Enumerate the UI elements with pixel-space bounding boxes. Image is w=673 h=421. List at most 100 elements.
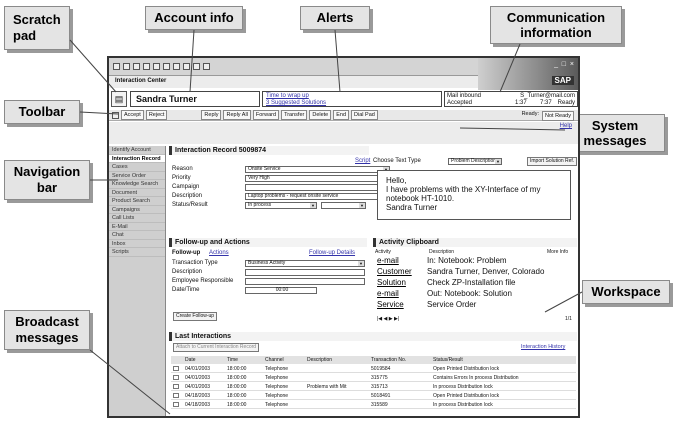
nav-item[interactable]: Inbox [109,240,165,248]
table-cell: Telephone [265,384,289,390]
clipboard-activity[interactable]: e-mail [377,256,427,265]
alert-suggested-solutions[interactable]: 3 Suggested Solutions [266,100,438,107]
email-text-area[interactable]: Hello, I have problems with the XY-Inter… [377,170,571,220]
help-link[interactable]: Help [560,123,572,129]
reject-button[interactable]: Reject [145,110,168,120]
row-checkbox[interactable] [173,366,179,371]
nav-item[interactable]: Document [109,189,165,197]
clipboard-activity[interactable]: Service [377,300,427,309]
minimize-icon[interactable]: _ [554,61,558,68]
table-cell: In process Distribution lock [433,384,493,390]
import-solution-button[interactable]: Import Solution Ref. [527,157,578,166]
row-checkbox[interactable] [173,393,179,398]
clipboard-activity[interactable]: Solution [377,278,427,287]
table-row[interactable]: 04/01/2003 18:00:00 Telephone 315775 Contain… [171,374,576,382]
row-checkbox[interactable] [173,402,179,407]
home-icon[interactable] [153,63,160,70]
nav-item[interactable]: Call Lists [109,214,165,223]
nav-item[interactable]: Knowledge Search [109,180,165,189]
table-cell: 04/18/2003 [185,402,211,408]
ir-field-input[interactable]: Laptop problems - request onsite service [245,193,390,200]
row-checkbox[interactable] [173,384,179,389]
table-row[interactable]: 04/01/2003 18:00:00 Telephone 5019584 Open P… [171,365,576,373]
back-icon[interactable] [113,63,120,70]
delete-button[interactable]: Delete [309,110,332,120]
history-icon[interactable] [183,63,190,70]
refresh-icon[interactable] [143,63,150,70]
dial-pad-button[interactable]: Dial Pad [351,110,378,120]
ready-label: Ready: [521,111,539,117]
ready-status: Ready: Not Ready [522,111,574,121]
row-checkbox[interactable] [173,375,179,380]
column-header: Date [185,357,196,363]
clipboard-row[interactable]: Customer Sandra Turner, Denver, Colorado [377,267,544,276]
email-line-1: Hello, [386,176,407,185]
script-link[interactable]: Script [355,158,370,164]
table-cell: Open Printed Distribution lock [433,393,500,399]
toolbar: Accept Reject Reply Reply All Forward Tr… [109,110,578,121]
nav-item[interactable]: Interaction Record [109,154,165,163]
accept-button[interactable]: Accept [121,110,144,120]
table-cell: In process Distribution lock [433,402,493,408]
followup-field-input[interactable] [245,278,365,285]
clipboard-activity[interactable]: e-mail [377,289,427,298]
clipboard-row[interactable]: Service Service Order [377,300,476,309]
table-row[interactable]: 04/01/2003 18:00:00 Telephone Problems with… [171,383,576,391]
nav-item[interactable]: Identify Account [109,146,165,155]
transfer-button[interactable]: Transfer [281,110,308,120]
clipboard-header-description: Description [429,249,455,255]
ir-field-input[interactable]: In process [245,202,317,209]
callout-workspace: Workspace [582,280,670,304]
maximize-icon[interactable]: □ [562,61,566,68]
ir-field-input[interactable] [245,184,390,191]
mail-icon[interactable] [193,63,200,70]
scratch-pad-icon[interactable]: ▤ [111,91,127,107]
nav-item[interactable]: Scripts [109,248,165,257]
followup-tab[interactable]: Follow-up [172,250,200,256]
actions-tab[interactable]: Actions [209,250,229,256]
nav-item[interactable]: E-Mail [109,223,165,231]
stop-icon[interactable] [133,63,140,70]
close-icon[interactable]: × [570,61,574,68]
clipboard-title: Activity Clipboard [373,238,577,247]
followup-field-input[interactable]: 00:00 [245,287,317,294]
text-type-select[interactable]: Problem Description [448,158,502,165]
ready-select[interactable]: Not Ready [542,111,574,121]
nav-item[interactable]: Campaigns [109,206,165,214]
email-line-3: notebook HT-1010. [386,194,455,203]
nav-item[interactable]: Product Search [109,197,165,206]
end-button[interactable]: End [333,110,350,120]
table-cell: 315589 [371,402,388,408]
interaction-history-link[interactable]: Interaction History [521,344,565,350]
phone-icon[interactable] [112,111,119,119]
followup-field-input[interactable] [245,269,365,276]
create-followup-button[interactable]: Create Follow-up [173,312,218,321]
table-row[interactable]: 04/18/2003 18:00:00 Telephone 5018491 Open P… [171,392,576,400]
forward-button[interactable]: Forward [252,110,280,120]
ir-field-input[interactable]: Very High [245,175,390,182]
ir-field-input[interactable]: Onsite Service [245,166,390,173]
clipboard-activity[interactable]: Customer [377,267,427,276]
followup-details-link[interactable]: Follow-up Details [309,250,355,256]
comm-channel: Mail inbound [447,93,482,99]
print-icon[interactable] [203,63,210,70]
reply-all-button[interactable]: Reply All [223,110,251,120]
text-type-label: Choose Text Type [373,158,421,164]
nav-item[interactable]: Chat [109,231,165,240]
search-icon[interactable] [163,63,170,70]
reply-button[interactable]: Reply [201,110,222,120]
followup-field-input[interactable]: Business Activity [245,260,365,267]
favorites-icon[interactable] [173,63,180,70]
clipboard-pager-icon[interactable]: |◀ ◀ ▶ ▶| [377,316,399,322]
forward-icon[interactable] [123,63,130,70]
nav-item[interactable]: Cases [109,163,165,172]
nav-item[interactable]: Service Order [109,172,165,180]
callout-communication-info: Communication information [490,6,622,44]
clipboard-row[interactable]: e-mail Out: Notebook: Solution [377,289,512,298]
attach-button[interactable]: Attach to Current Interaction Record [173,343,260,352]
ir-status-extra-select[interactable] [321,202,366,209]
alert-wrap-up[interactable]: Time to wrap up [266,93,438,100]
clipboard-row[interactable]: e-mail In: Notebook: Problem [377,256,507,265]
table-row[interactable]: 04/18/2003 18:00:00 Telephone 315589 In proc… [171,401,576,409]
clipboard-row[interactable]: Solution Check ZP-Installation file [377,278,515,287]
